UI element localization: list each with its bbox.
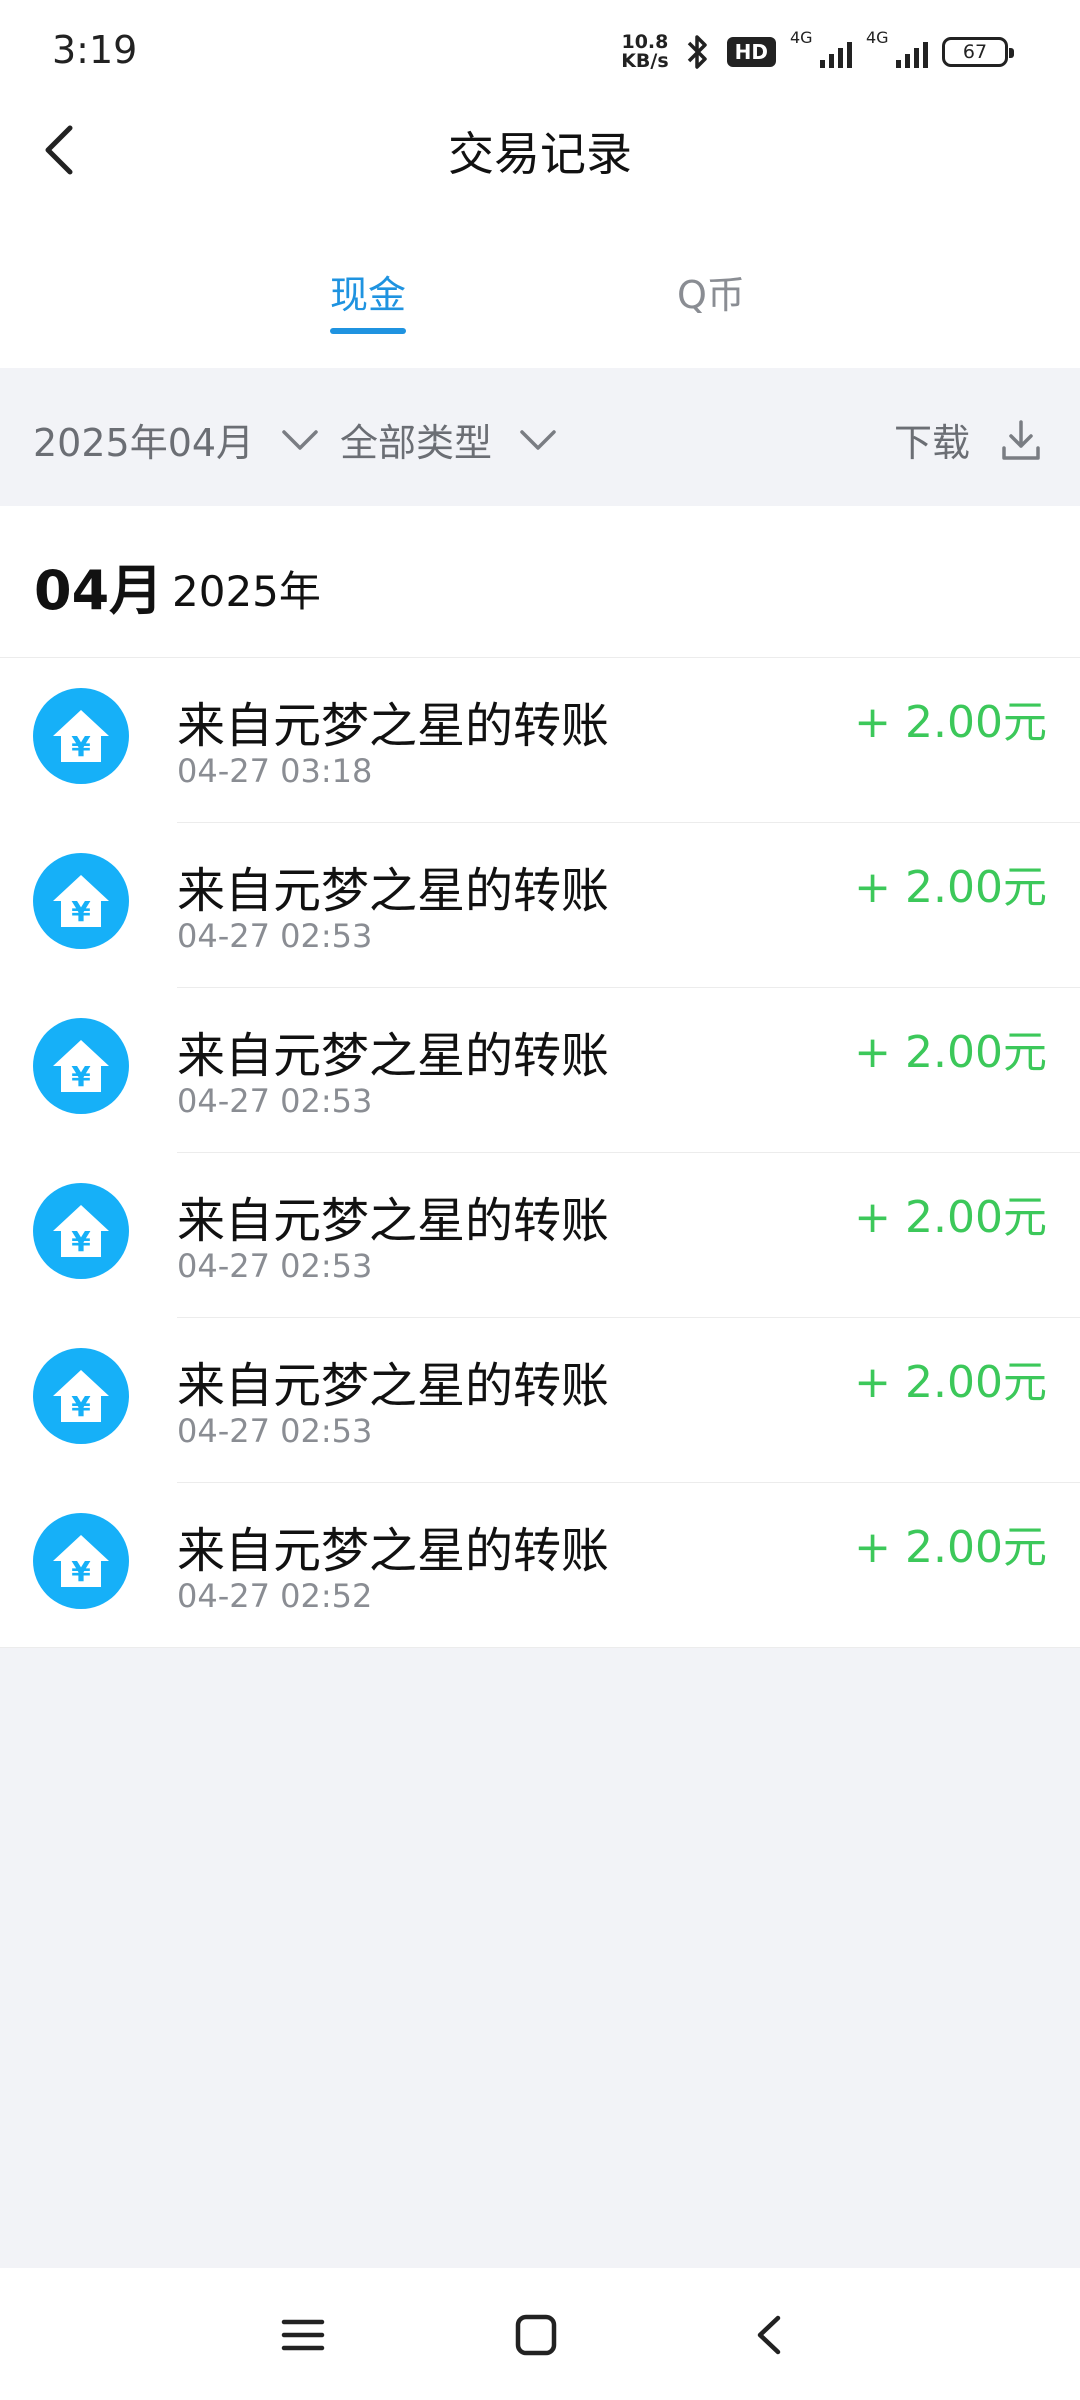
page-title: 交易记录	[448, 127, 632, 181]
transfer-house-yuan-icon: ¥	[33, 1018, 129, 1114]
signal-strength-sim2: 4G	[866, 28, 928, 72]
transaction-title: 来自元梦之星的转账	[177, 1358, 610, 1414]
transaction-time: 04-27 02:53	[177, 1082, 373, 1120]
group-month: 04月	[34, 559, 164, 622]
month-filter-dropdown[interactable]: 2025年04月	[33, 412, 320, 467]
transaction-title: 来自元梦之星的转账	[177, 1193, 610, 1249]
transaction-row[interactable]: ¥ 来自元梦之星的转账 04-27 02:53 + 2.00元	[0, 823, 1080, 988]
svg-text:¥: ¥	[71, 730, 91, 763]
signal-bars-icon	[896, 42, 928, 68]
download-button[interactable]: 下载	[894, 412, 1042, 467]
bluetooth-icon	[687, 35, 707, 69]
transaction-amount: + 2.00元	[854, 862, 1047, 913]
transaction-title: 来自元梦之星的转账	[177, 698, 610, 754]
transaction-time: 04-27 02:53	[177, 1247, 373, 1285]
chevron-down-icon	[520, 429, 556, 450]
tab-cash[interactable]: 现金	[330, 264, 406, 319]
hd-voice-badge: HD	[726, 37, 776, 67]
transaction-title: 来自元梦之星的转账	[177, 863, 610, 919]
filter-bar: 2025年04月 全部类型 下载	[0, 368, 1080, 506]
active-tab-indicator	[330, 328, 406, 334]
svg-text:¥: ¥	[71, 1555, 91, 1588]
transaction-time: 04-27 03:18	[177, 752, 373, 790]
download-label: 下载	[893, 421, 970, 465]
network-speed: 10.8 KB/s	[621, 33, 668, 71]
tab-qcoin[interactable]: Q币	[677, 264, 745, 319]
app-header: 交易记录	[0, 100, 1080, 200]
row-divider	[0, 1647, 1080, 1648]
svg-text:¥: ¥	[71, 1225, 91, 1258]
tab-bar: 现金 Q币	[0, 200, 1080, 368]
transaction-time: 04-27 02:53	[177, 917, 373, 955]
transaction-title: 来自元梦之星的转账	[177, 1523, 610, 1579]
transaction-amount: + 2.00元	[854, 1522, 1047, 1573]
month-filter-label: 2025年04月	[33, 421, 255, 465]
chevron-down-icon	[282, 429, 318, 450]
recent-apps-menu-icon[interactable]	[278, 2310, 328, 2360]
transfer-house-yuan-icon: ¥	[33, 1513, 129, 1609]
network-speed-unit: KB/s	[621, 50, 669, 72]
transaction-amount: + 2.00元	[854, 1027, 1047, 1078]
status-time: 3:19	[52, 28, 138, 72]
svg-text:¥: ¥	[71, 1390, 91, 1423]
transfer-house-yuan-icon: ¥	[33, 688, 129, 784]
transaction-row[interactable]: ¥ 来自元梦之星的转账 04-27 02:53 + 2.00元	[0, 1153, 1080, 1318]
group-year: 2025年	[172, 567, 321, 616]
network-type-label: 4G	[866, 28, 889, 47]
transaction-time: 04-27 02:52	[177, 1577, 373, 1615]
type-filter-label: 全部类型	[340, 421, 493, 465]
system-nav-bar	[0, 2268, 1080, 2400]
month-group-header: 04月 2025年	[0, 506, 1080, 658]
signal-bars-icon	[820, 42, 852, 68]
svg-text:¥: ¥	[71, 1060, 91, 1093]
home-square-icon[interactable]	[511, 2310, 561, 2360]
status-bar: 3:19 10.8 KB/s HD 4G 4G 67	[0, 0, 1080, 100]
battery-level: 67	[962, 41, 988, 63]
transaction-row[interactable]: ¥ 来自元梦之星的转账 04-27 02:52 + 2.00元	[0, 1483, 1080, 1648]
back-triangle-icon[interactable]	[746, 2310, 796, 2360]
transaction-list: ¥ 来自元梦之星的转账 04-27 03:18 + 2.00元 ¥ 来自元梦之星…	[0, 658, 1080, 1648]
transaction-row[interactable]: ¥ 来自元梦之星的转账 04-27 02:53 + 2.00元	[0, 988, 1080, 1153]
transaction-amount: + 2.00元	[854, 697, 1047, 748]
transfer-house-yuan-icon: ¥	[33, 1183, 129, 1279]
transaction-row[interactable]: ¥ 来自元梦之星的转账 04-27 03:18 + 2.00元	[0, 658, 1080, 823]
hd-label: HD	[734, 40, 768, 64]
transaction-row[interactable]: ¥ 来自元梦之星的转账 04-27 02:53 + 2.00元	[0, 1318, 1080, 1483]
transaction-title: 来自元梦之星的转账	[177, 1028, 610, 1084]
type-filter-dropdown[interactable]: 全部类型	[340, 412, 558, 467]
svg-text:¥: ¥	[71, 895, 91, 928]
transaction-amount: + 2.00元	[854, 1357, 1047, 1408]
transfer-house-yuan-icon: ¥	[33, 853, 129, 949]
transfer-house-yuan-icon: ¥	[33, 1348, 129, 1444]
battery-icon: 67	[942, 37, 1014, 67]
signal-strength-sim1: 4G	[790, 28, 852, 72]
status-icons: 10.8 KB/s HD 4G 4G 67	[621, 28, 1014, 74]
transaction-amount: + 2.00元	[854, 1192, 1047, 1243]
network-type-label: 4G	[790, 28, 813, 47]
transaction-time: 04-27 02:53	[177, 1412, 373, 1450]
download-icon	[1002, 419, 1040, 460]
